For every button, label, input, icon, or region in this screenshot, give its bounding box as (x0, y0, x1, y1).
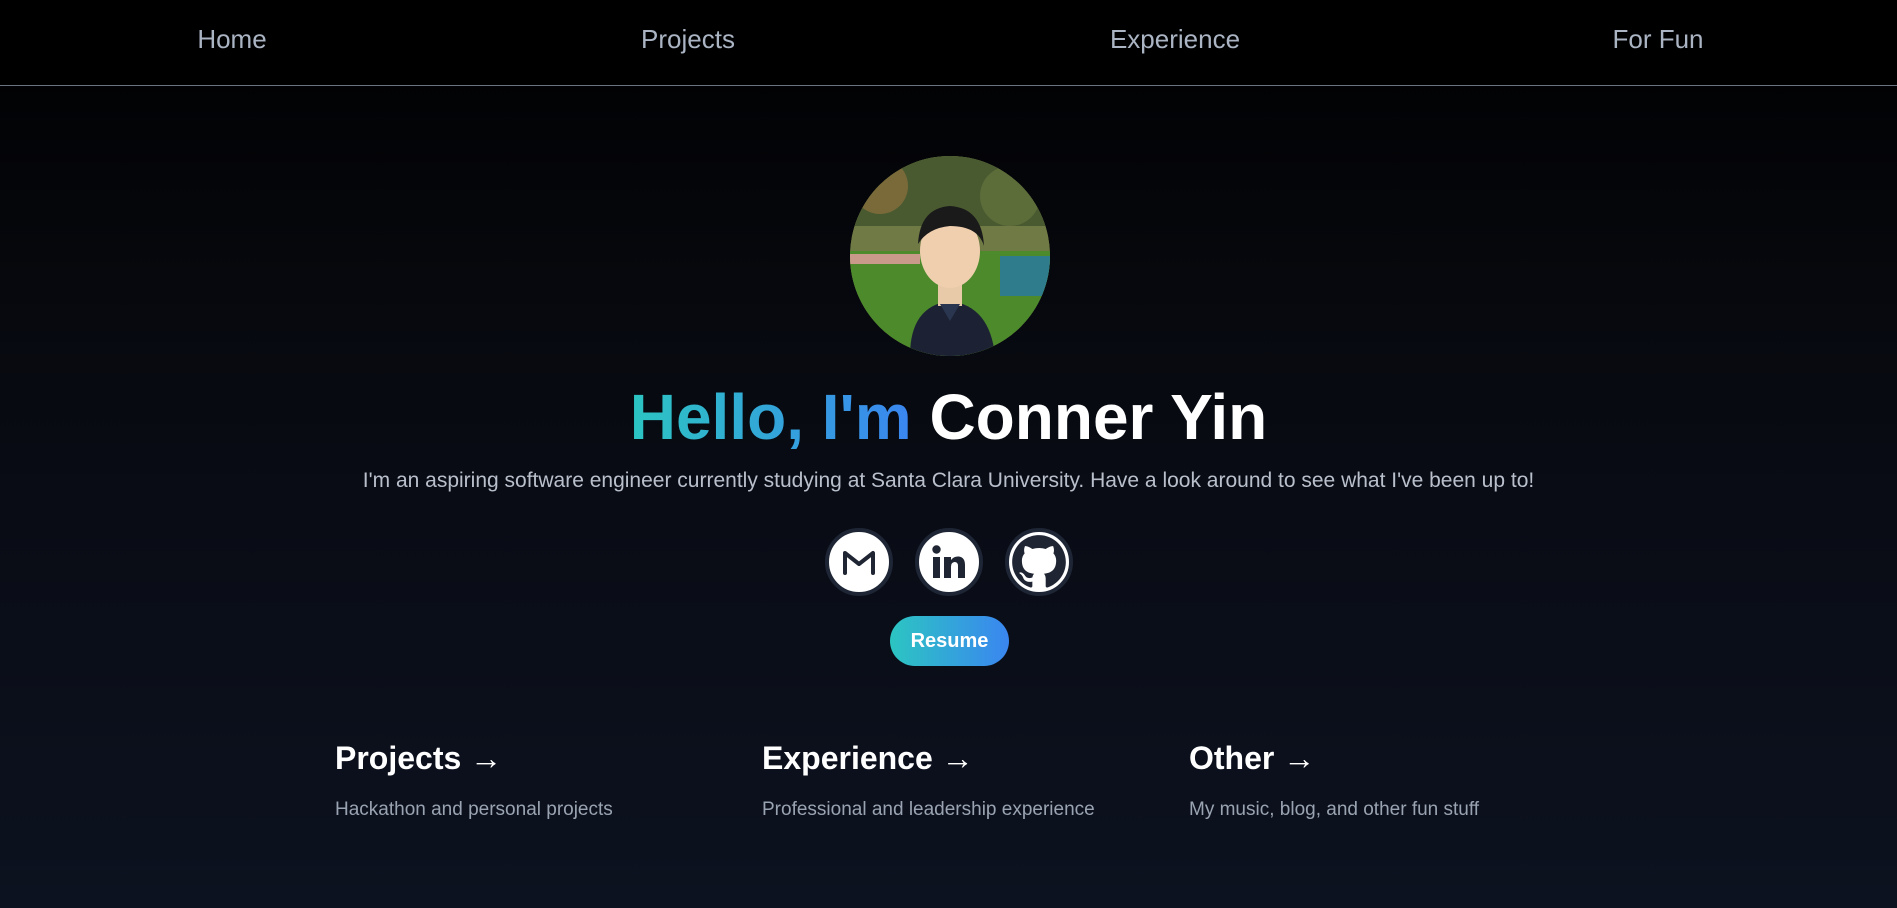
email-link[interactable] (825, 528, 893, 596)
hero-heading: Hello, I'm Conner Yin (0, 382, 1897, 452)
hero-name: Conner Yin (929, 381, 1268, 453)
nav-projects[interactable]: Projects (641, 24, 735, 55)
hero-subtitle: I'm an aspiring software engineer curren… (362, 469, 1535, 492)
gmail-icon (843, 551, 875, 575)
linkedin-icon (932, 545, 965, 578)
other-card-description: My music, blog, and other fun stuff (1189, 799, 1480, 820)
nav-home[interactable]: Home (197, 24, 266, 55)
projects-card-description: Hackathon and personal projects (335, 799, 613, 820)
nav-for-fun[interactable]: For Fun (1612, 24, 1703, 55)
experience-card-description: Professional and leadership experience (762, 799, 1095, 820)
experience-card: Experience → Professional and leadership… (762, 740, 1142, 821)
github-link[interactable] (1005, 528, 1073, 596)
projects-card: Projects → Hackathon and personal projec… (335, 740, 715, 821)
other-card-link[interactable]: Other → (1189, 740, 1315, 777)
top-nav: Home Projects Experience For Fun (0, 0, 1897, 86)
resume-button[interactable]: Resume (890, 616, 1009, 666)
profile-photo (850, 156, 1050, 356)
nav-experience[interactable]: Experience (1110, 24, 1240, 55)
github-icon (1012, 535, 1066, 588)
other-card: Other → My music, blog, and other fun st… (1189, 740, 1569, 821)
linkedin-link[interactable] (915, 528, 983, 596)
hero-greeting: Hello, I'm (629, 381, 912, 453)
projects-card-link[interactable]: Projects → (335, 740, 502, 777)
experience-card-link[interactable]: Experience → (762, 740, 974, 777)
